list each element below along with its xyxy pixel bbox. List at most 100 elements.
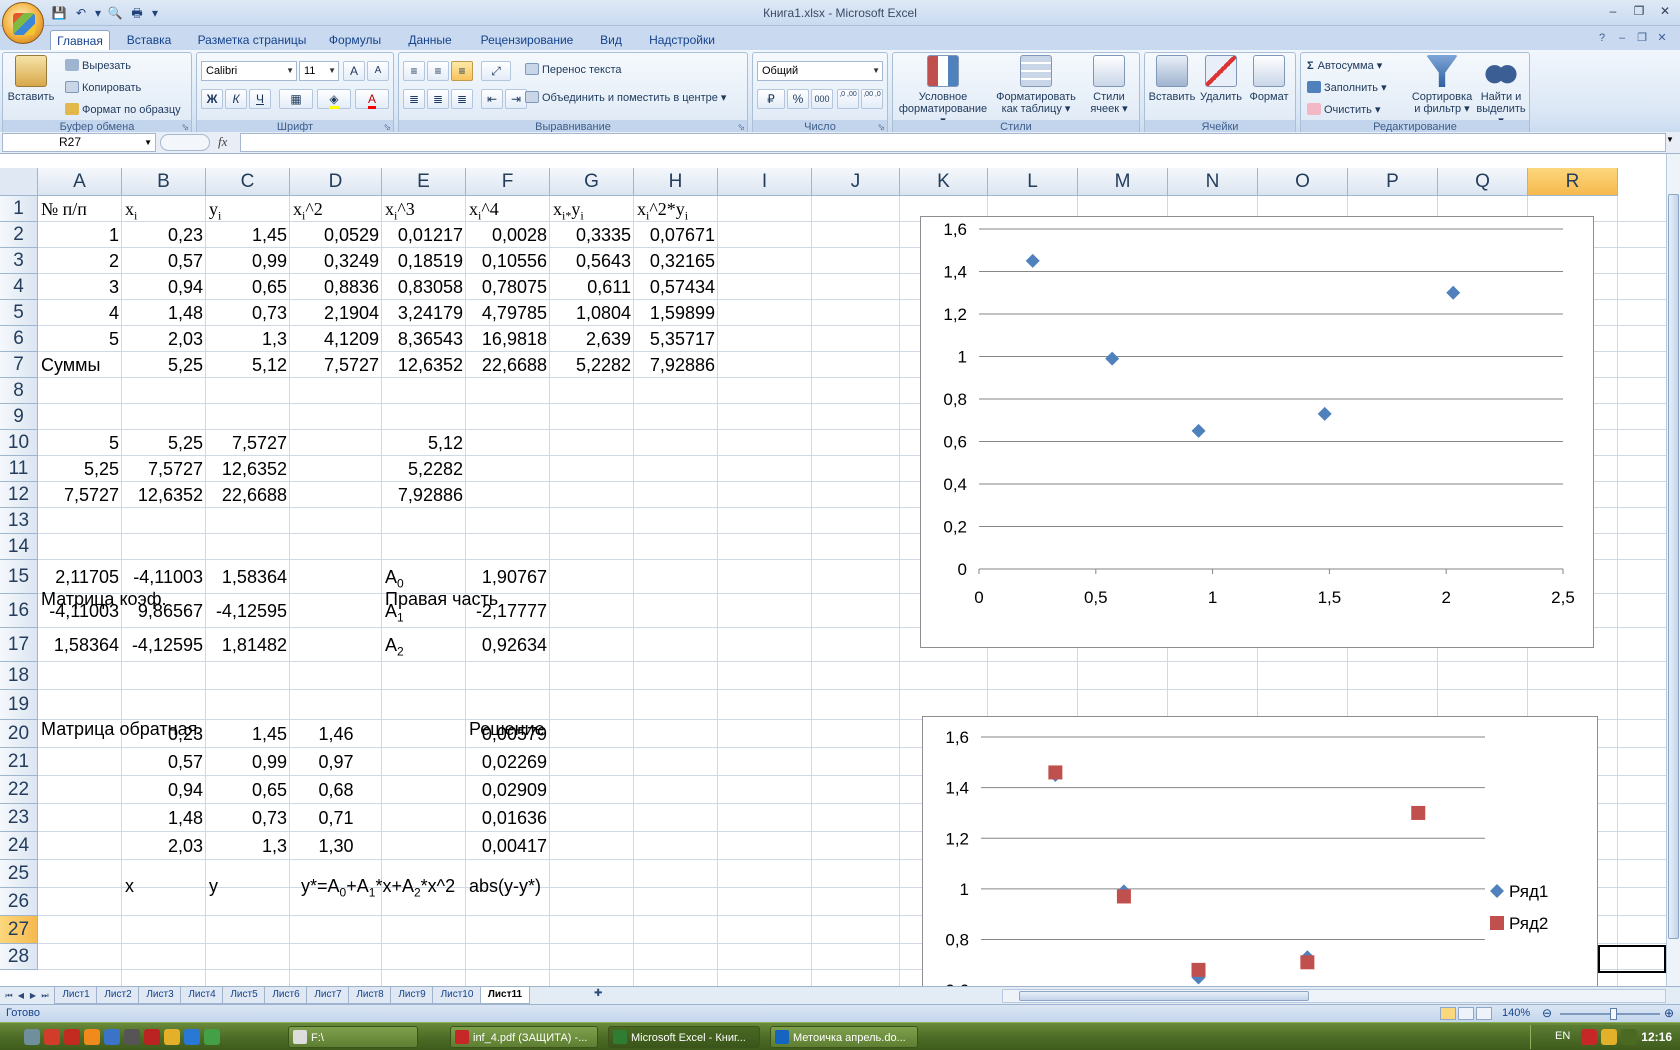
cut-button[interactable]: Вырезать (65, 59, 131, 72)
row-header-21[interactable]: 21 (0, 748, 38, 776)
row-header-25[interactable]: 25 (0, 860, 38, 888)
vlc-icon[interactable] (84, 1029, 100, 1045)
cell-C10[interactable]: 7,5727 (206, 430, 290, 456)
horizontal-scroll-thumb[interactable] (1019, 991, 1309, 1001)
normal-view-icon[interactable] (1440, 1007, 1456, 1020)
insert-sheet-icon[interactable]: ✚ (594, 988, 612, 1002)
cell-F4[interactable]: 0,78075 (466, 274, 550, 300)
sheet-tab-Лист10[interactable]: Лист10 (432, 987, 482, 1004)
cell-G2[interactable]: 0,3335 (550, 222, 634, 248)
tab-formulas[interactable]: Формулы (322, 30, 388, 50)
cell-C20[interactable]: 1,45 (206, 720, 290, 748)
quicklaunch-icon-6[interactable] (124, 1029, 140, 1045)
horizontal-scrollbar[interactable] (1002, 989, 1666, 1003)
decrease-indent-button[interactable]: ⇤ (481, 89, 503, 109)
formula-bar-handle[interactable] (160, 134, 210, 151)
cell-B5[interactable]: 1,48 (122, 300, 206, 326)
column-header-B[interactable]: B (122, 168, 206, 196)
quicklaunch-icon-10[interactable] (204, 1029, 220, 1045)
sort-filter-button[interactable]: Сортировка и фильтр ▾ (1411, 55, 1473, 115)
column-header-M[interactable]: M (1078, 168, 1168, 196)
cell-D7[interactable]: 7,5727 (290, 352, 382, 378)
cell-C3[interactable]: 0,99 (206, 248, 290, 274)
increase-indent-button[interactable]: ⇥ (505, 89, 527, 109)
sheet-tab-Лист6[interactable]: Лист6 (264, 987, 308, 1004)
quicklaunch-icon-3[interactable] (64, 1029, 80, 1045)
autosum-button[interactable]: Σ Автосумма ▾ (1307, 59, 1382, 72)
office-button[interactable] (2, 2, 44, 44)
row-header-20[interactable]: 20 (0, 720, 38, 748)
underline-button[interactable]: Ч (249, 89, 271, 109)
cell-C12[interactable]: 22,6688 (206, 482, 290, 508)
cell-A6[interactable]: 5 (38, 326, 122, 352)
cell-G5[interactable]: 1,0804 (550, 300, 634, 326)
task-drive[interactable]: F:\ (288, 1026, 418, 1048)
row-header-26[interactable]: 26 (0, 888, 38, 916)
cell-D19[interactable]: y*=A0+A1*x+A2*x^2 (298, 871, 455, 901)
cell-C6[interactable]: 1,3 (206, 326, 290, 352)
column-header-R[interactable]: R (1528, 168, 1618, 196)
cell-B12[interactable]: 12,6352 (122, 482, 206, 508)
font-color-button[interactable]: A (355, 89, 389, 109)
cell-H5[interactable]: 1,59899 (634, 300, 718, 326)
grow-font-button[interactable]: A (343, 61, 365, 81)
cell-E11[interactable]: 5,2282 (382, 456, 466, 482)
column-header-K[interactable]: K (900, 168, 988, 196)
cell-H1[interactable]: xi^2*yi (634, 196, 718, 223)
quicklaunch-icon-8[interactable] (164, 1029, 180, 1045)
row-header-12[interactable]: 12 (0, 482, 38, 508)
tab-view[interactable]: Вид (592, 30, 630, 50)
row-header-3[interactable]: 3 (0, 248, 38, 274)
row-header-28[interactable]: 28 (0, 944, 38, 970)
doc-minimize-button[interactable]: ‒ (1614, 30, 1630, 46)
help-icon[interactable]: ? (1594, 30, 1610, 46)
zoom-level[interactable]: 140% (1502, 1007, 1530, 1019)
row-header-18[interactable]: 18 (0, 662, 38, 690)
task-word[interactable]: Метоичка апрель.do... (770, 1026, 918, 1048)
format-painter-button[interactable]: Формат по образцу (65, 103, 181, 116)
cell-F24[interactable]: 0,00417 (466, 832, 550, 860)
clear-button[interactable]: Очистить ▾ (1307, 103, 1380, 116)
cell-D23[interactable]: 0,71 (290, 804, 382, 832)
cell-G1[interactable]: xi*yi (550, 196, 634, 223)
font-name-combo[interactable]: Calibri ▼ (201, 61, 297, 81)
expand-formula-bar-icon[interactable]: ▼ (1666, 135, 1674, 144)
cell-C22[interactable]: 0,65 (206, 776, 290, 804)
cell-C23[interactable]: 0,73 (206, 804, 290, 832)
align-middle-button[interactable]: ≡ (427, 61, 449, 81)
cell-A14[interactable]: Матрица обратная (38, 716, 197, 742)
cell-B22[interactable]: 0,94 (122, 776, 206, 804)
cell-A3[interactable]: 2 (38, 248, 122, 274)
cell-A1[interactable]: № п/п (38, 196, 122, 222)
cell-B3[interactable]: 0,57 (122, 248, 206, 274)
cell-F5[interactable]: 4,79785 (466, 300, 550, 326)
cell-F21[interactable]: 0,02269 (466, 748, 550, 776)
cell-B17[interactable]: -4,12595 (122, 628, 206, 662)
cell-F3[interactable]: 0,10556 (466, 248, 550, 274)
column-header-E[interactable]: E (382, 168, 466, 196)
cell-B7[interactable]: 5,25 (122, 352, 206, 378)
column-header-N[interactable]: N (1168, 168, 1258, 196)
chart-1[interactable]: 0 0,2 0,4 0,6 0,8 1 1,2 1,4 1,6 0 0,5 1 1,5 2 2,5 (920, 216, 1594, 648)
cell-B21[interactable]: 0,57 (122, 748, 206, 776)
cell-C11[interactable]: 12,6352 (206, 456, 290, 482)
delete-cells-button[interactable]: Удалить (1197, 55, 1245, 103)
percent-button[interactable]: % (787, 89, 809, 109)
cell-D21[interactable]: 0,97 (290, 748, 382, 776)
cell-C7[interactable]: 5,12 (206, 352, 290, 378)
row-header-16[interactable]: 16 (0, 594, 38, 628)
tray-icon-1[interactable] (1581, 1029, 1597, 1045)
sheet-tab-Лист3[interactable]: Лист3 (138, 987, 182, 1004)
column-header-I[interactable]: I (718, 168, 812, 196)
cell-H7[interactable]: 7,92886 (634, 352, 718, 378)
orientation-button[interactable]: ⤢ (481, 61, 511, 81)
cell-C2[interactable]: 1,45 (206, 222, 290, 248)
cell-H4[interactable]: 0,57434 (634, 274, 718, 300)
row-header-2[interactable]: 2 (0, 222, 38, 248)
zoom-out-icon[interactable]: ⊖ (1542, 1006, 1552, 1020)
cell-B2[interactable]: 0,23 (122, 222, 206, 248)
align-bottom-button[interactable]: ≡ (451, 61, 473, 81)
cell-B19[interactable]: x (122, 871, 134, 901)
language-indicator[interactable]: EN (1555, 1030, 1570, 1042)
cell-A10[interactable]: 5 (38, 430, 122, 456)
